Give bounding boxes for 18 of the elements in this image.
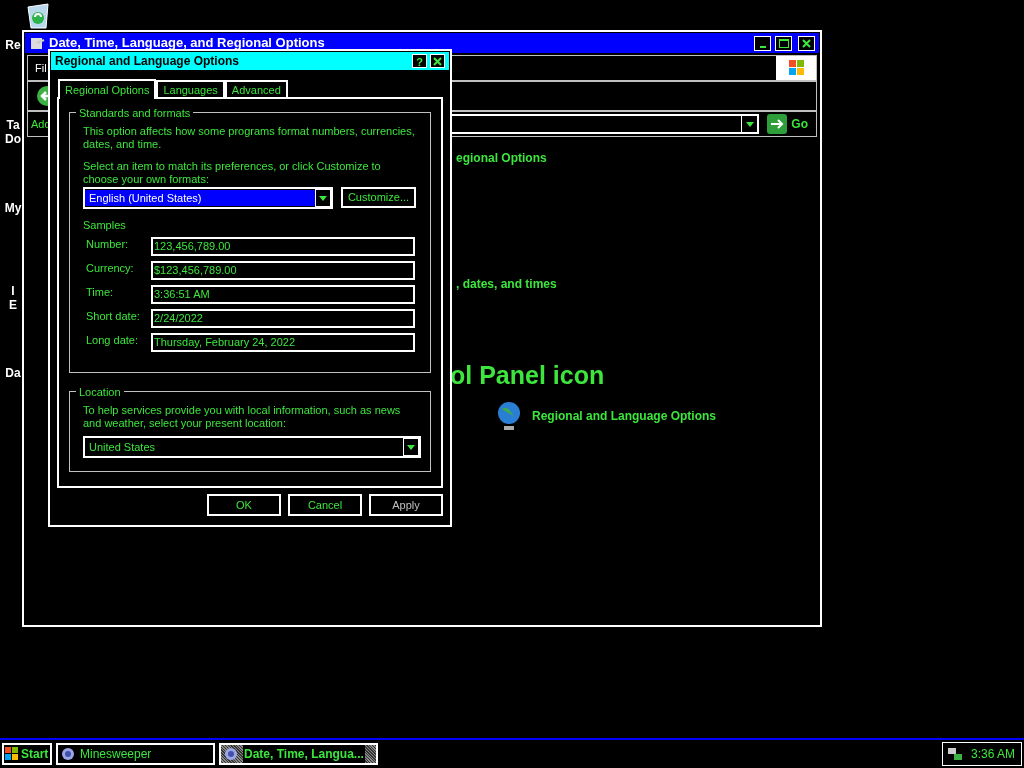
intro-text: This option affects how some programs format numbers, currencies, dates, and time. <box>83 125 416 151</box>
sample-value: 123,456,789.00 <box>151 236 415 256</box>
samples-label: Samples <box>83 218 127 233</box>
sample-value: Thursday, February 24, 2022 <box>151 332 415 352</box>
location-text: To help services provide you with local information, such as news and weather, select your present location: <box>83 404 402 430</box>
sample-label: Number: <box>85 236 130 252</box>
clock: 3:36 AM <box>971 746 1016 763</box>
sample-label: Long date: <box>85 332 139 348</box>
dialog-title: Regional and Language Options <box>55 53 240 70</box>
prompt-text: Select an item to match its preferences, or click Customize to choose your own formats: <box>83 160 382 186</box>
sample-value: 3:36:51 AM <box>151 284 415 304</box>
sample-label: Time: <box>85 284 115 300</box>
sample-value: 2/24/2022 <box>151 308 415 328</box>
window-title: Date, Time, Language, and Regional Options <box>49 34 326 53</box>
sample-value: $123,456,789.00 <box>151 260 415 280</box>
sample-label: Currency: <box>85 260 135 276</box>
sample-label: Short date: <box>85 308 141 324</box>
section-heading: ol Panel icon <box>450 360 605 391</box>
